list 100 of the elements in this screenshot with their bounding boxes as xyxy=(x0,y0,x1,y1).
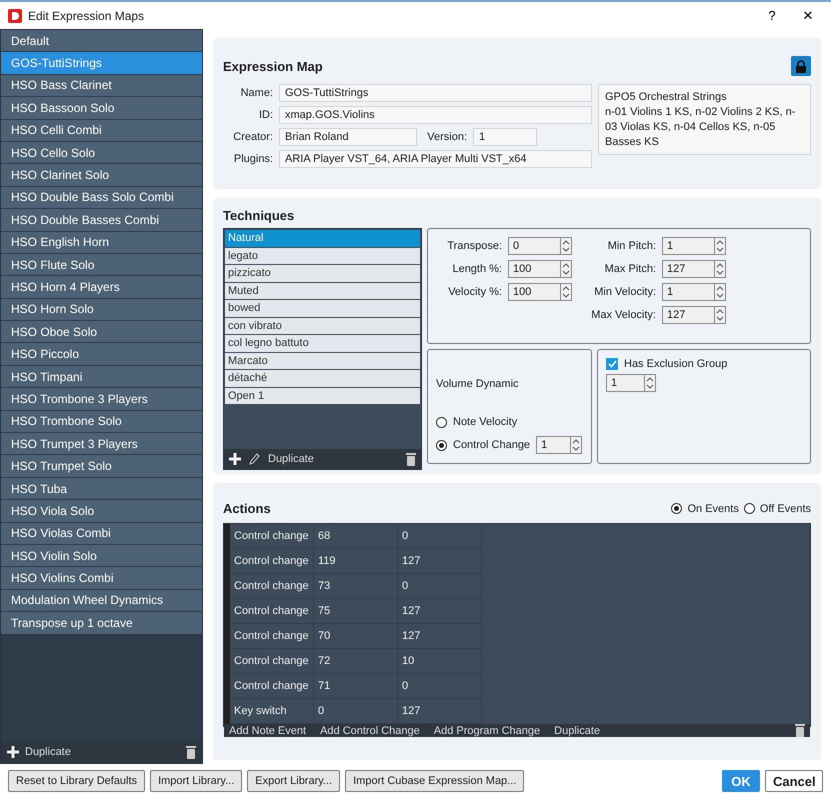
checkbox[interactable] xyxy=(606,358,618,370)
table-cell: 71 xyxy=(314,674,398,699)
map-item[interactable]: Transpose up 1 octave xyxy=(1,612,202,634)
spin-arrows-icon[interactable] xyxy=(561,261,571,277)
table-cell: 127 xyxy=(398,624,482,649)
add-icon[interactable] xyxy=(229,453,241,465)
map-item[interactable]: HSO Violas Combi xyxy=(1,522,202,544)
technique-item[interactable]: col legno battuto xyxy=(225,335,420,352)
radio-button[interactable] xyxy=(744,503,755,514)
field-label: ID: xyxy=(258,109,273,121)
trash-icon[interactable] xyxy=(795,724,805,737)
close-button[interactable]: ✕ xyxy=(793,8,823,23)
spin-arrows-icon[interactable] xyxy=(561,238,571,254)
spin-arrows-icon[interactable] xyxy=(715,307,725,323)
map-item[interactable]: HSO Horn 4 Players xyxy=(1,276,202,298)
checkmark-icon xyxy=(608,360,616,368)
spin-arrows-icon[interactable] xyxy=(715,261,725,277)
table-cell: 0 xyxy=(398,524,482,549)
table-cell: 127 xyxy=(398,549,482,574)
spin-arrows-icon[interactable] xyxy=(715,284,725,300)
map-item[interactable]: HSO Horn Solo xyxy=(1,298,202,320)
map-item[interactable]: HSO Clarinet Solo xyxy=(1,164,202,186)
table-cell: 10 xyxy=(398,649,482,674)
map-item[interactable]: HSO Double Basses Combi xyxy=(1,209,202,231)
group-label: Volume Dynamic xyxy=(436,378,520,390)
param-label: Max Pitch: xyxy=(604,263,656,275)
help-button[interactable]: ? xyxy=(757,8,787,23)
technique-item[interactable]: détaché xyxy=(225,370,420,386)
library-button[interactable]: Import Library... xyxy=(150,770,242,792)
map-item[interactable]: HSO Bass Clarinet xyxy=(1,74,202,96)
param-label: Velocity %: xyxy=(447,286,502,298)
map-item[interactable]: HSO Bassoon Solo xyxy=(1,97,202,119)
group-spinbox[interactable]: 1 xyxy=(606,374,656,392)
map-item[interactable]: HSO Violin Solo xyxy=(1,544,202,566)
map-item[interactable]: Modulation Wheel Dynamics xyxy=(1,590,202,612)
spin-arrows-icon[interactable] xyxy=(645,375,655,391)
library-button[interactable]: Import Cubase Expression Map... xyxy=(345,770,524,792)
cancel-button[interactable]: Cancel xyxy=(765,770,823,792)
library-button[interactable]: Export Library... xyxy=(247,770,340,792)
map-item[interactable]: HSO Piccolo xyxy=(1,343,202,365)
map-item[interactable]: HSO English Horn xyxy=(1,232,202,253)
pencil-icon[interactable] xyxy=(249,453,260,465)
toolbar-link[interactable]: Add Control Change xyxy=(320,724,420,736)
map-item[interactable]: HSO Trumpet Solo xyxy=(1,455,202,477)
map-item[interactable]: HSO Flute Solo xyxy=(1,254,202,276)
id-field[interactable]: xmap.GOS.Violins xyxy=(279,106,592,124)
param-spinbox[interactable]: 100 xyxy=(508,283,572,301)
map-item[interactable]: HSO Trombone 3 Players xyxy=(1,388,202,410)
cc-spinbox[interactable]: 1 xyxy=(536,436,582,454)
param-spinbox[interactable]: 0 xyxy=(508,237,572,255)
toolbar-link[interactable]: Duplicate xyxy=(554,724,600,736)
spin-arrows-icon[interactable] xyxy=(715,238,725,254)
app-logo-icon xyxy=(8,8,22,22)
toolbar-link[interactable]: Add Program Change xyxy=(434,724,540,736)
map-item[interactable]: HSO Cello Solo xyxy=(1,142,202,164)
map-item[interactable]: HSO Violins Combi xyxy=(1,567,202,589)
radio-button[interactable] xyxy=(671,503,682,514)
param-spinbox[interactable]: 1 xyxy=(662,283,726,301)
name-field[interactable]: GOS-TuttiStrings xyxy=(279,84,592,102)
param-spinbox[interactable]: 127 xyxy=(662,260,726,278)
plugins-field[interactable]: ARIA Player VST_64, ARIA Player Multi VST_x64 xyxy=(279,150,592,168)
technique-item[interactable]: Muted xyxy=(225,282,420,299)
trash-icon[interactable] xyxy=(186,746,196,758)
map-item[interactable]: HSO Oboe Solo xyxy=(1,321,202,342)
creator-field[interactable]: Brian Roland xyxy=(279,128,417,146)
map-item[interactable]: HSO Trumpet 3 Players xyxy=(1,433,202,454)
technique-item[interactable]: Marcato xyxy=(225,352,420,369)
map-item[interactable]: HSO Trombone Solo xyxy=(1,410,202,432)
technique-item[interactable]: bowed xyxy=(225,300,420,316)
param-spinbox[interactable]: 1 xyxy=(662,237,726,255)
trash-icon[interactable] xyxy=(406,452,416,466)
technique-item[interactable]: Open 1 xyxy=(225,388,420,404)
map-item[interactable]: HSO Double Bass Solo Combi xyxy=(1,186,202,208)
library-button[interactable]: Reset to Library Defaults xyxy=(8,770,146,792)
technique-item[interactable]: con vibrato xyxy=(225,318,420,334)
table-cell: Control change xyxy=(230,549,314,574)
spin-arrows-icon[interactable] xyxy=(571,437,582,453)
technique-item[interactable]: pizzicato xyxy=(225,265,420,282)
map-item[interactable]: HSO Celli Combi xyxy=(1,120,202,141)
table-cell: 72 xyxy=(314,649,398,674)
radio-button[interactable] xyxy=(436,416,447,428)
radio-button[interactable] xyxy=(436,440,447,450)
duplicate-link[interactable]: Duplicate xyxy=(25,746,180,758)
lock-button[interactable] xyxy=(791,56,811,76)
technique-item[interactable]: legato xyxy=(225,248,420,264)
version-field[interactable]: 1 xyxy=(473,128,537,146)
duplicate-link[interactable]: Duplicate xyxy=(268,453,398,465)
toolbar-link[interactable]: Add Note Event xyxy=(229,724,306,736)
param-spinbox[interactable]: 127 xyxy=(662,306,726,324)
description-field[interactable]: GPO5 Orchestral Strings n-01 Violins 1 KS, n-02 Violins 2 KS, n-03 Violas KS, n-04 Cellos KS, n-05 Basses KS xyxy=(598,84,811,156)
map-item[interactable]: HSO Tuba xyxy=(1,478,202,500)
param-label: Max Velocity: xyxy=(590,309,656,321)
map-item[interactable]: Default xyxy=(1,30,202,52)
param-label: Min Pitch: xyxy=(606,240,656,252)
map-item[interactable]: HSO Timpani xyxy=(1,366,202,388)
technique-item[interactable]: Natural xyxy=(225,230,420,246)
map-item[interactable]: HSO Viola Solo xyxy=(1,500,202,522)
add-icon[interactable] xyxy=(7,746,19,758)
spin-arrows-icon[interactable] xyxy=(561,284,571,300)
param-spinbox[interactable]: 100 xyxy=(508,260,572,278)
